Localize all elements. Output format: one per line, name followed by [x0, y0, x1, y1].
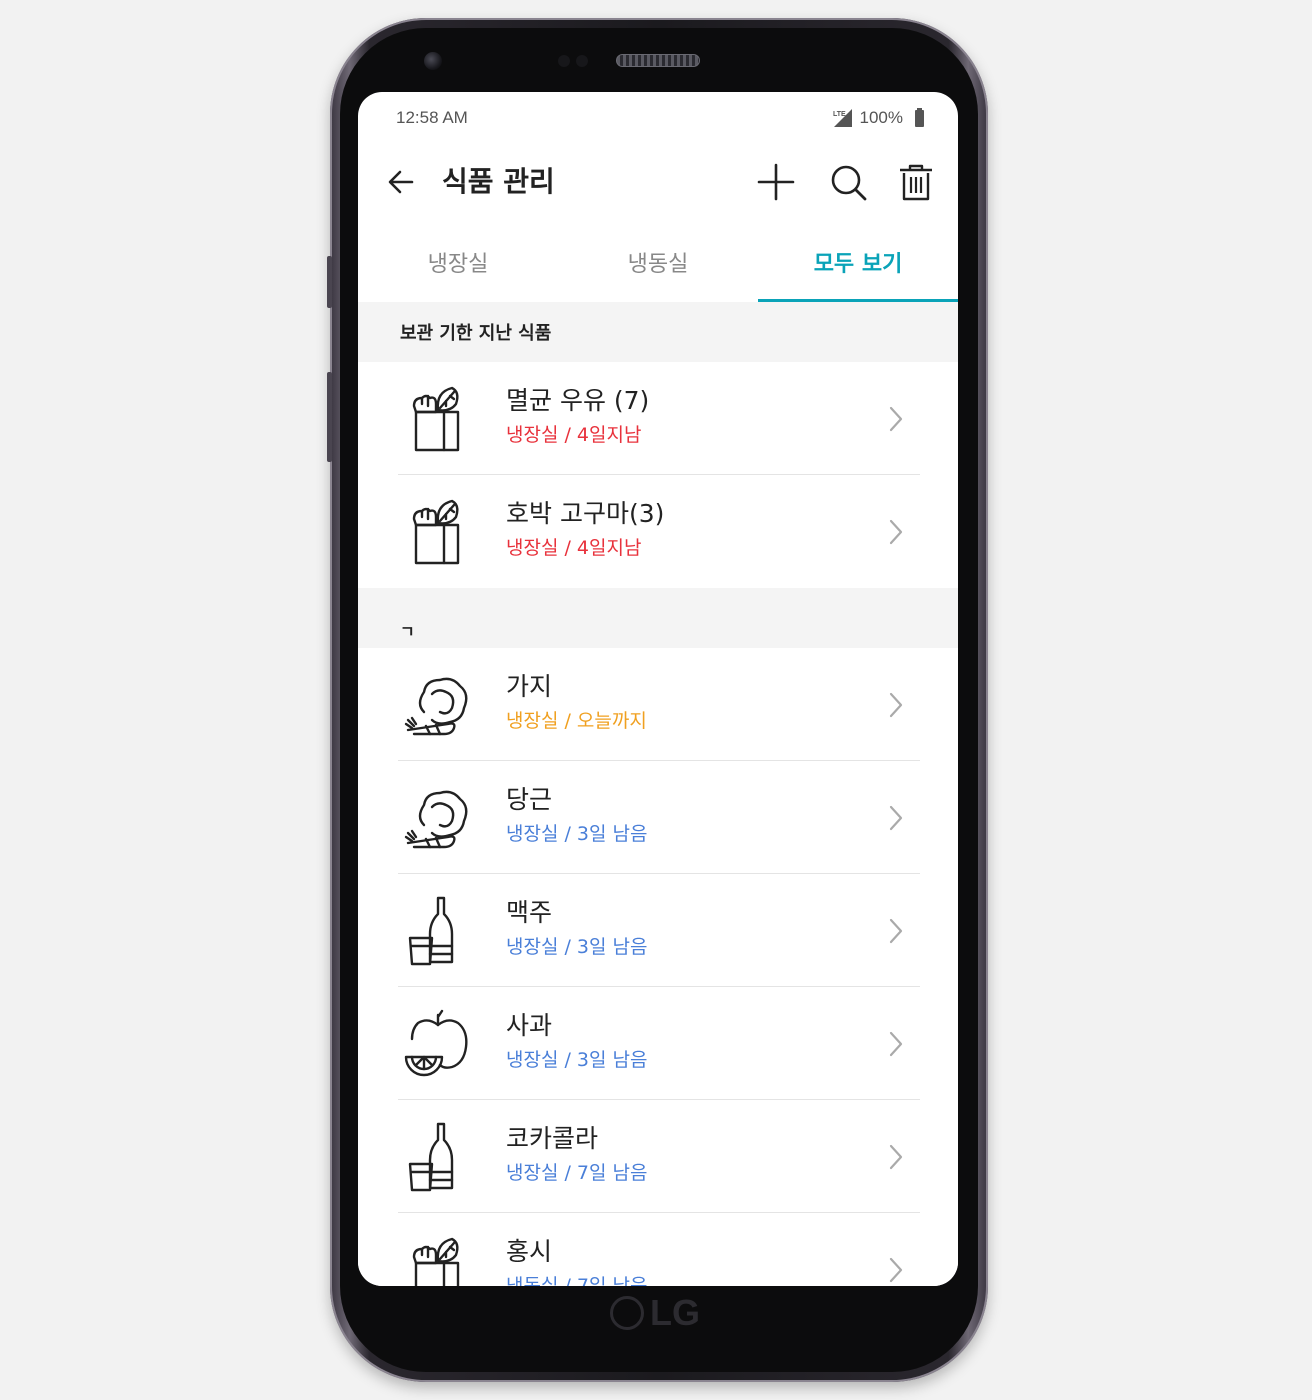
item-title: 가지: [506, 672, 553, 701]
section-header: 보관 기한 지난 식품: [358, 302, 958, 362]
item-status: 냉장실 / 4일지남: [506, 424, 642, 446]
item-title: 사과: [506, 1011, 553, 1040]
chevron-right-icon: [889, 1144, 903, 1170]
item-title: 맥주: [506, 898, 553, 927]
chevron-right-icon: [889, 1257, 903, 1283]
list-item[interactable]: 사과냉장실 / 3일 남음: [358, 987, 958, 1100]
item-title: 호박 고구마(3): [506, 499, 665, 528]
status-time: 12:58 AM: [396, 108, 468, 127]
grocery-bag-icon: [402, 495, 472, 567]
list-item[interactable]: 코카콜라냉장실 / 7일 남음: [358, 1100, 958, 1213]
chevron-right-icon: [889, 918, 903, 944]
battery-icon: [915, 107, 924, 127]
tab-bar: 냉장실 냉동실 모두 보기: [358, 232, 958, 302]
section-header: ㄱ: [358, 588, 958, 648]
item-title: 당근: [506, 785, 553, 814]
signal-icon: LTE: [833, 109, 852, 127]
list-item[interactable]: 맥주냉장실 / 3일 남음: [358, 874, 958, 987]
fruit-icon: [402, 1007, 472, 1079]
vegetable-icon: [402, 668, 472, 740]
item-title: 멸균 우유 (7): [506, 386, 650, 415]
chevron-right-icon: [889, 805, 903, 831]
item-status: 냉장실 / 3일 남음: [506, 1049, 648, 1071]
item-status: 냉장실 / 7일 남음: [506, 1162, 648, 1184]
list-item[interactable]: 홍시냉동실 / 7일 남음: [358, 1213, 958, 1286]
list-item[interactable]: 가지냉장실 / 오늘까지: [358, 648, 958, 761]
add-icon[interactable]: [754, 160, 798, 204]
proximity-sensor: [576, 55, 588, 67]
item-status: 냉장실 / 3일 남음: [506, 823, 648, 845]
tab-view-all[interactable]: 모두 보기: [758, 232, 958, 302]
earpiece-speaker: [616, 54, 700, 67]
screen: 12:58 AM LTE 100% 식품 관리 냉장실 냉동실 모두 보기 보관…: [358, 92, 958, 1286]
page-title: 식품 관리: [442, 165, 555, 198]
volume-button: [327, 256, 332, 308]
trash-icon[interactable]: [894, 160, 938, 204]
volume-button: [327, 372, 332, 462]
search-icon[interactable]: [826, 160, 870, 204]
tab-freezer[interactable]: 냉동실: [558, 232, 758, 302]
item-status: 냉장실 / 오늘까지: [506, 710, 647, 732]
grocery-bag-icon: [402, 1233, 472, 1286]
chevron-right-icon: [889, 1031, 903, 1057]
svg-text:LTE: LTE: [833, 111, 846, 118]
bottle-glass-icon: [402, 1120, 472, 1192]
front-camera: [424, 52, 442, 70]
back-arrow-icon[interactable]: [382, 162, 422, 202]
chevron-right-icon: [889, 692, 903, 718]
item-status: 냉동실 / 7일 남음: [506, 1275, 648, 1286]
grocery-bag-icon: [402, 382, 472, 454]
item-title: 홍시: [506, 1237, 553, 1266]
chevron-right-icon: [889, 406, 903, 432]
tab-refrigerator[interactable]: 냉장실: [358, 232, 558, 302]
list-item[interactable]: 멸균 우유 (7) 냉장실 / 4일지남: [358, 362, 958, 475]
status-indicators: LTE 100%: [832, 107, 924, 128]
chevron-right-icon: [889, 519, 903, 545]
battery-percent: 100%: [859, 108, 903, 127]
list-item[interactable]: 당근냉장실 / 3일 남음: [358, 761, 958, 874]
item-status: 냉장실 / 4일지남: [506, 537, 642, 559]
bottle-glass-icon: [402, 894, 472, 966]
food-list: 보관 기한 지난 식품 멸균 우유 (7) 냉장실 / 4일지남 호박 고구마(3…: [358, 302, 958, 1286]
item-status: 냉장실 / 3일 남음: [506, 936, 648, 958]
proximity-sensor: [558, 55, 570, 67]
vegetable-icon: [402, 781, 472, 853]
list-item[interactable]: 호박 고구마(3) 냉장실 / 4일지남: [358, 475, 958, 588]
lg-logo: LG: [610, 1292, 706, 1333]
app-bar: 식품 관리: [358, 144, 958, 222]
status-bar: 12:58 AM LTE 100%: [358, 92, 958, 144]
item-title: 코카콜라: [506, 1124, 599, 1153]
